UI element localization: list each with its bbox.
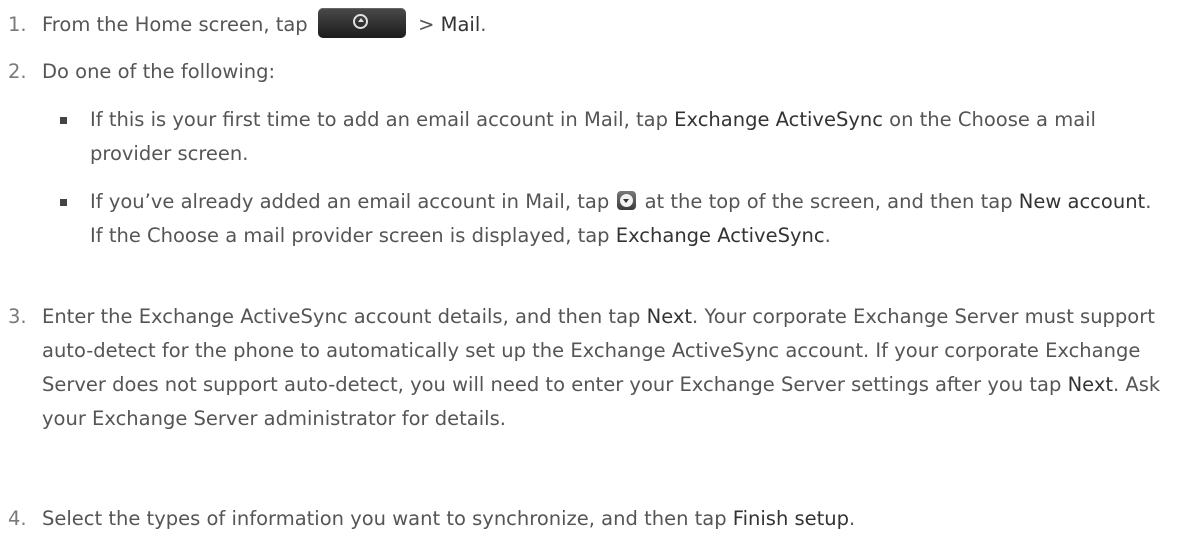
bullet-already-added: If you’ve already added an email account… [60, 190, 1152, 247]
next-label: Next [646, 305, 693, 328]
new-account-label: New account [1018, 190, 1146, 213]
step-4: 4. Select the types of information you w… [8, 502, 1167, 536]
exchange-activesync-label: Exchange ActiveSync [615, 224, 825, 247]
all-apps-button-icon [317, 7, 406, 38]
mail-label: Mail [440, 13, 481, 36]
next-label: Next [1067, 373, 1114, 396]
step-number: 1. [8, 13, 27, 36]
step-number: 3. [8, 305, 27, 328]
step-2: 2. Do one of the following: [8, 55, 1167, 89]
step-text: From the Home screen, tap [42, 13, 308, 36]
finish-setup-label: Finish setup [732, 507, 850, 530]
exchange-activesync-label: Exchange ActiveSync [674, 108, 883, 131]
step-3: 3. Enter the Exchange ActiveSync account… [8, 300, 1167, 436]
step-1: 1. From the Home screen, tap > Mail. [8, 7, 1167, 42]
step-number: 4. [8, 507, 27, 530]
step-text: Do one of the following: [42, 60, 276, 83]
bullet-first-time: If this is your first time to add an ema… [60, 108, 1096, 165]
step-number: 2. [8, 60, 27, 83]
dropdown-arrow-icon [617, 191, 637, 210]
